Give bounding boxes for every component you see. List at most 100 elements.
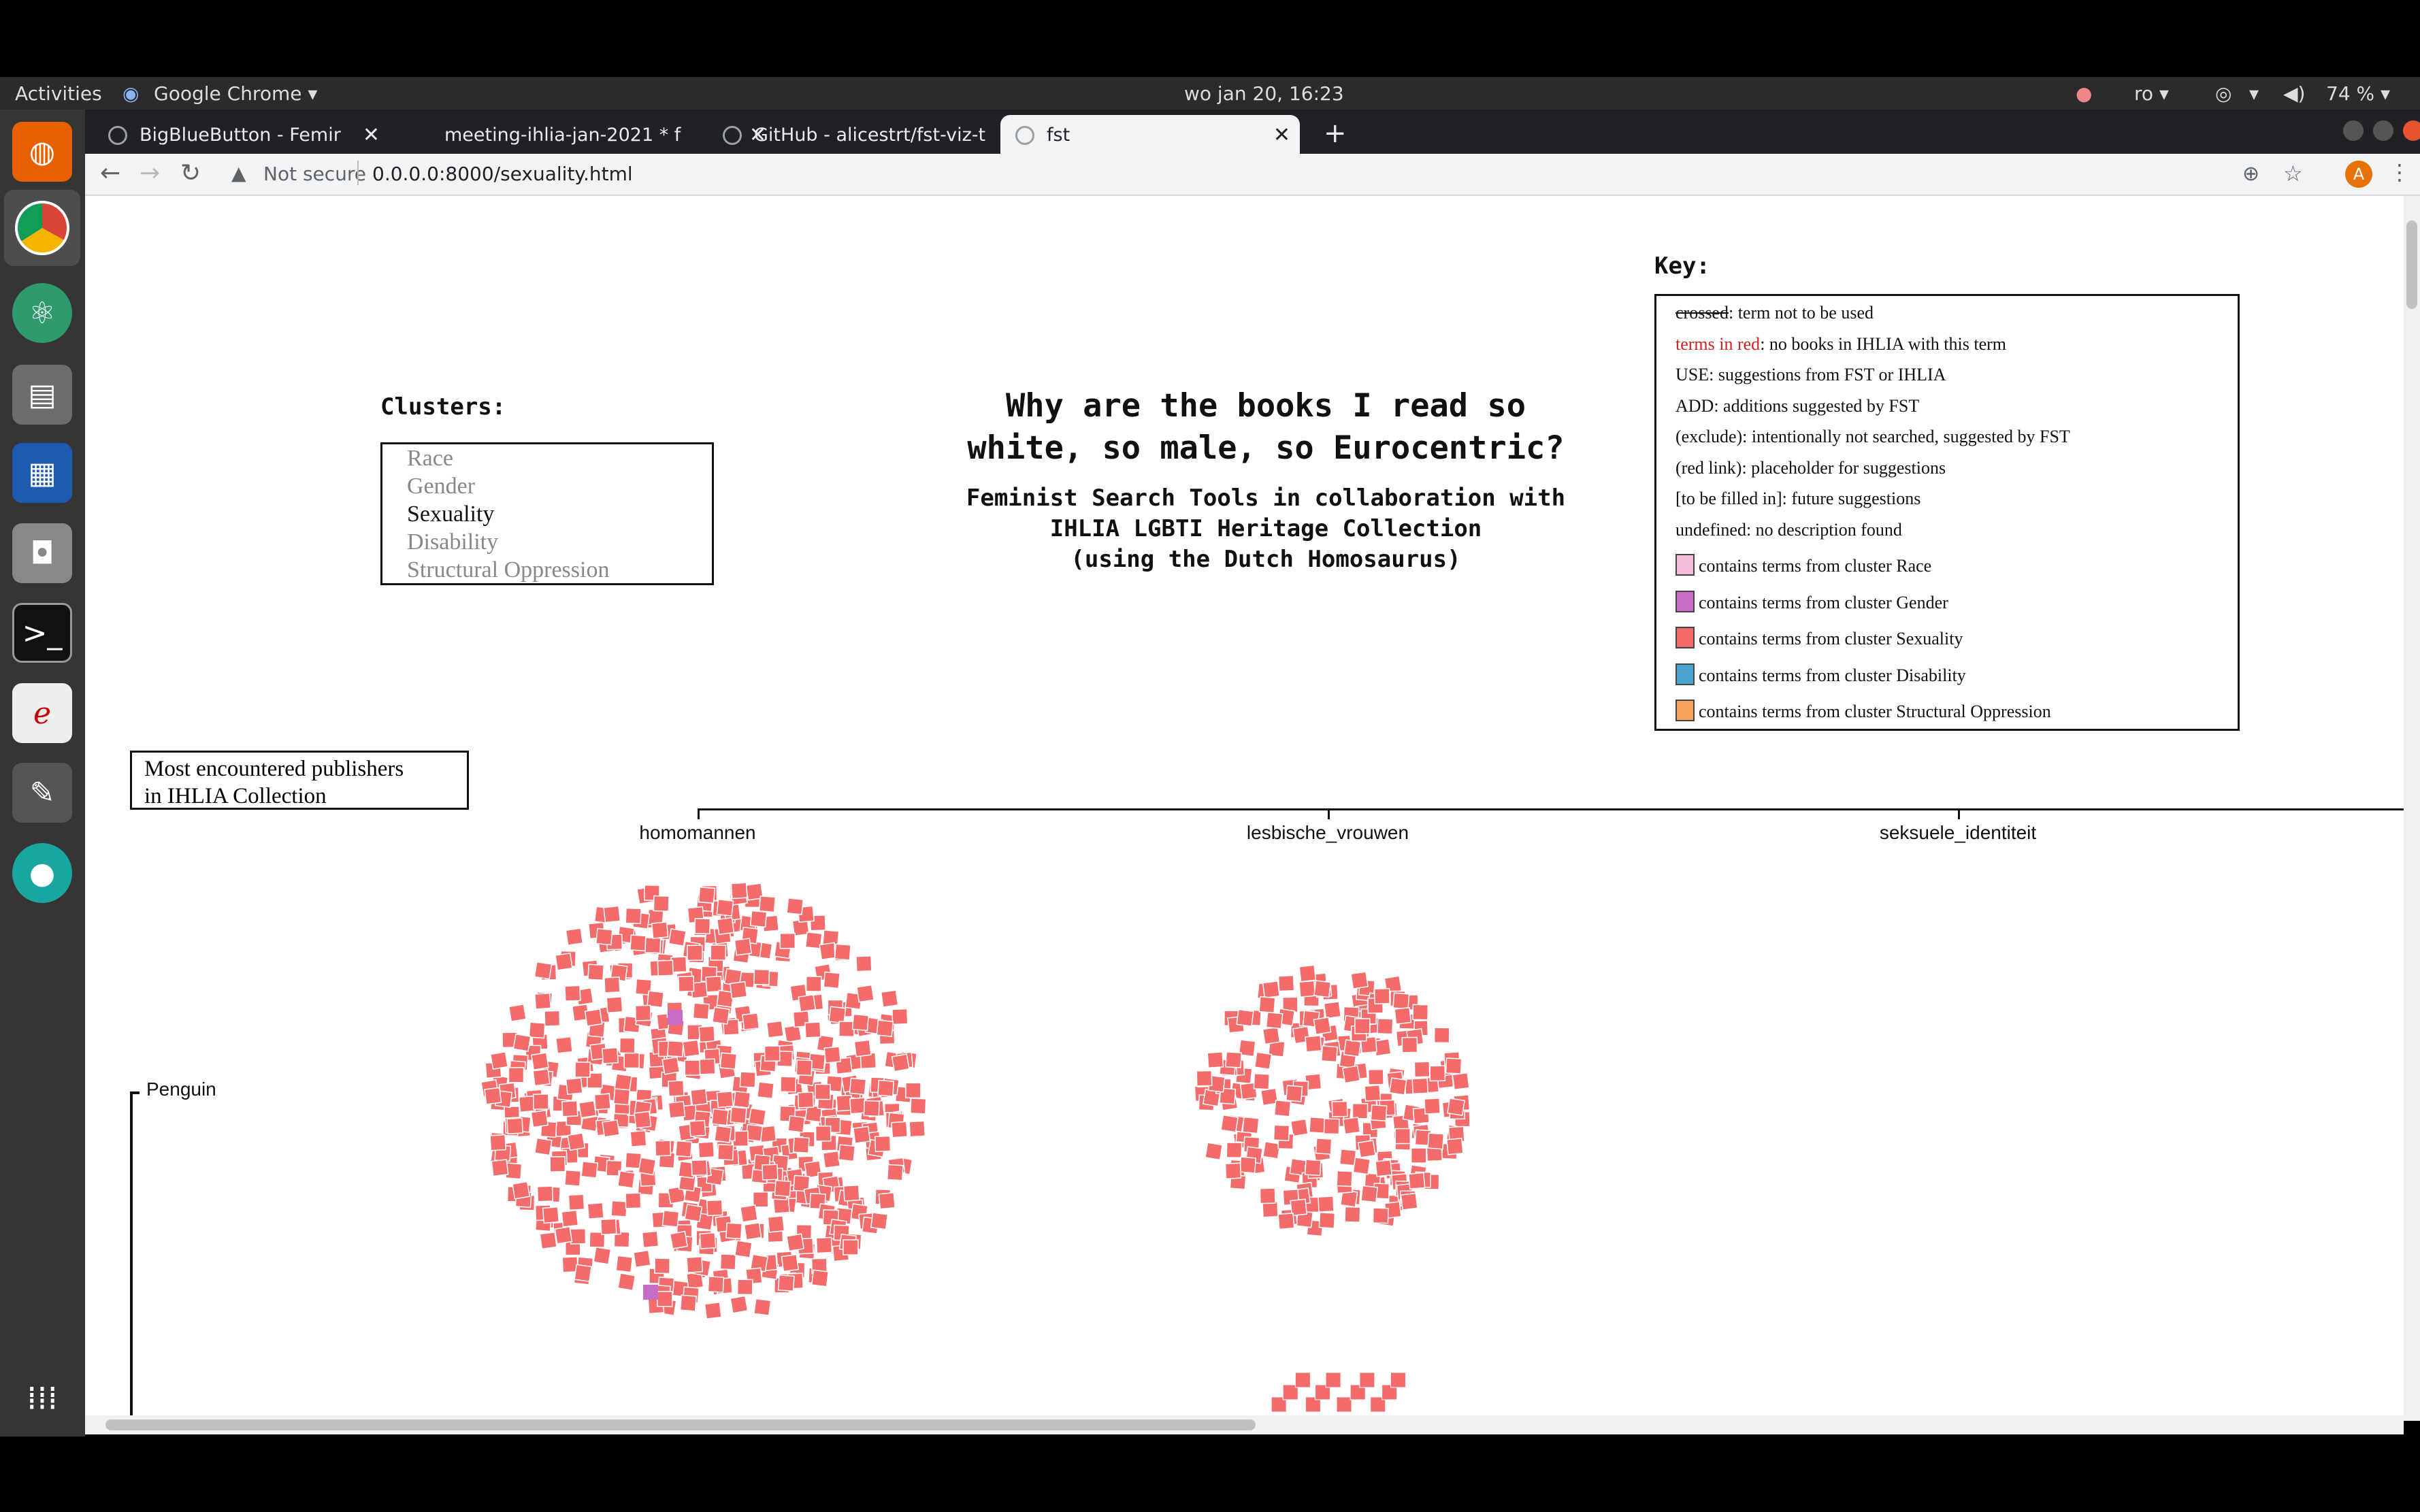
- book-marker[interactable]: [536, 1185, 554, 1202]
- book-marker[interactable]: [1262, 1140, 1281, 1160]
- book-marker[interactable]: [798, 993, 817, 1013]
- book-marker[interactable]: [565, 1077, 583, 1096]
- book-marker[interactable]: [706, 1199, 723, 1217]
- book-marker[interactable]: [581, 1161, 599, 1179]
- book-marker[interactable]: [555, 952, 573, 971]
- book-marker[interactable]: [528, 1021, 546, 1039]
- book-marker[interactable]: [602, 1047, 619, 1064]
- book-marker[interactable]: [691, 1159, 708, 1177]
- book-marker[interactable]: [892, 1008, 909, 1025]
- book-marker[interactable]: [834, 943, 851, 961]
- notification-icon[interactable]: ●: [2076, 82, 2092, 105]
- writer-icon[interactable]: ▦: [12, 443, 72, 503]
- book-marker[interactable]: [886, 1164, 904, 1181]
- book-marker[interactable]: [753, 968, 770, 985]
- book-marker[interactable]: [1254, 1051, 1273, 1070]
- book-marker[interactable]: [668, 1010, 683, 1025]
- book-marker[interactable]: [779, 932, 796, 949]
- book-marker[interactable]: [534, 961, 553, 980]
- book-marker[interactable]: [692, 1002, 710, 1020]
- scroll-thumb[interactable]: [2406, 220, 2417, 309]
- book-marker[interactable]: [716, 917, 735, 936]
- book-marker[interactable]: [1342, 1116, 1361, 1135]
- chat-icon[interactable]: ●: [12, 843, 72, 903]
- book-marker[interactable]: [743, 1221, 762, 1240]
- book-marker[interactable]: [1286, 1085, 1303, 1102]
- book-marker[interactable]: [822, 1150, 841, 1169]
- book-marker[interactable]: [634, 1004, 651, 1021]
- book-marker[interactable]: [758, 895, 776, 913]
- book-marker[interactable]: [619, 1037, 636, 1054]
- book-marker[interactable]: [880, 989, 899, 1008]
- atom-icon[interactable]: ⚛: [12, 283, 72, 343]
- book-marker[interactable]: [675, 1140, 693, 1157]
- book-marker[interactable]: [549, 1156, 566, 1172]
- book-marker[interactable]: [853, 1039, 872, 1057]
- book-marker[interactable]: [1372, 1207, 1389, 1224]
- book-marker[interactable]: [1343, 1039, 1362, 1057]
- book-marker[interactable]: [815, 1083, 831, 1100]
- book-marker[interactable]: [1429, 1065, 1446, 1082]
- book-marker[interactable]: [1373, 987, 1391, 1005]
- book-marker[interactable]: [853, 1125, 871, 1144]
- book-marker[interactable]: [748, 1107, 767, 1126]
- book-marker[interactable]: [909, 1120, 926, 1138]
- book-marker[interactable]: [653, 895, 670, 912]
- book-marker[interactable]: [567, 1132, 586, 1151]
- book-marker[interactable]: [766, 1020, 785, 1038]
- book-marker[interactable]: [787, 1115, 806, 1133]
- book-marker[interactable]: [1344, 1206, 1361, 1223]
- book-marker[interactable]: [686, 1256, 704, 1273]
- book-marker[interactable]: [1236, 1008, 1254, 1027]
- book-marker[interactable]: [679, 1294, 697, 1312]
- book-marker[interactable]: [1331, 1100, 1348, 1117]
- book-marker[interactable]: [878, 1191, 896, 1210]
- reload-button[interactable]: ↻: [180, 159, 201, 187]
- book-marker[interactable]: [1411, 1077, 1429, 1095]
- book-marker[interactable]: [734, 1240, 753, 1259]
- book-marker[interactable]: [1304, 1159, 1322, 1177]
- book-marker[interactable]: [595, 927, 613, 946]
- book-marker[interactable]: [508, 1067, 525, 1083]
- book-marker[interactable]: [578, 1100, 597, 1119]
- book-marker[interactable]: [1262, 981, 1281, 999]
- book-marker[interactable]: [730, 1106, 747, 1124]
- vertical-scrollbar[interactable]: [2404, 196, 2420, 1421]
- book-marker[interactable]: [584, 1008, 603, 1027]
- book-marker[interactable]: [539, 1231, 557, 1250]
- book-marker[interactable]: [634, 1111, 652, 1129]
- book-marker[interactable]: [783, 1024, 802, 1043]
- book-marker[interactable]: [1364, 1084, 1381, 1102]
- book-marker[interactable]: [797, 1091, 815, 1108]
- book-marker[interactable]: [625, 907, 642, 925]
- book-marker[interactable]: [565, 927, 584, 946]
- book-marker[interactable]: [823, 971, 841, 989]
- book-marker[interactable]: [1273, 1124, 1290, 1142]
- book-marker[interactable]: [1253, 1073, 1271, 1090]
- book-marker[interactable]: [1336, 1170, 1353, 1187]
- book-marker[interactable]: [719, 1253, 737, 1270]
- bookmark-star-icon[interactable]: ☆: [2283, 161, 2303, 186]
- book-marker[interactable]: [1410, 1147, 1427, 1164]
- book-marker[interactable]: [610, 1200, 628, 1217]
- book-marker[interactable]: [815, 1125, 832, 1142]
- book-marker[interactable]: [593, 1093, 611, 1111]
- book-marker[interactable]: [786, 897, 804, 915]
- book-marker[interactable]: [614, 1073, 632, 1091]
- book-marker[interactable]: [574, 1062, 591, 1078]
- book-marker[interactable]: [654, 1258, 671, 1275]
- book-marker[interactable]: [1224, 1162, 1242, 1180]
- book-marker[interactable]: [544, 1010, 561, 1027]
- book-marker[interactable]: [716, 898, 734, 917]
- book-marker[interactable]: [602, 1119, 620, 1138]
- book-marker[interactable]: [1367, 1068, 1384, 1085]
- book-marker[interactable]: [714, 1125, 732, 1143]
- book-marker[interactable]: [1305, 1035, 1322, 1053]
- book-marker[interactable]: [740, 1204, 758, 1223]
- book-marker[interactable]: [1401, 1036, 1418, 1053]
- book-marker[interactable]: [1352, 1156, 1371, 1175]
- book-marker[interactable]: [1265, 1011, 1283, 1030]
- language-indicator[interactable]: ro ▾: [2134, 82, 2169, 105]
- book-marker[interactable]: [518, 1095, 536, 1113]
- network-icon[interactable]: ◎: [2215, 82, 2231, 105]
